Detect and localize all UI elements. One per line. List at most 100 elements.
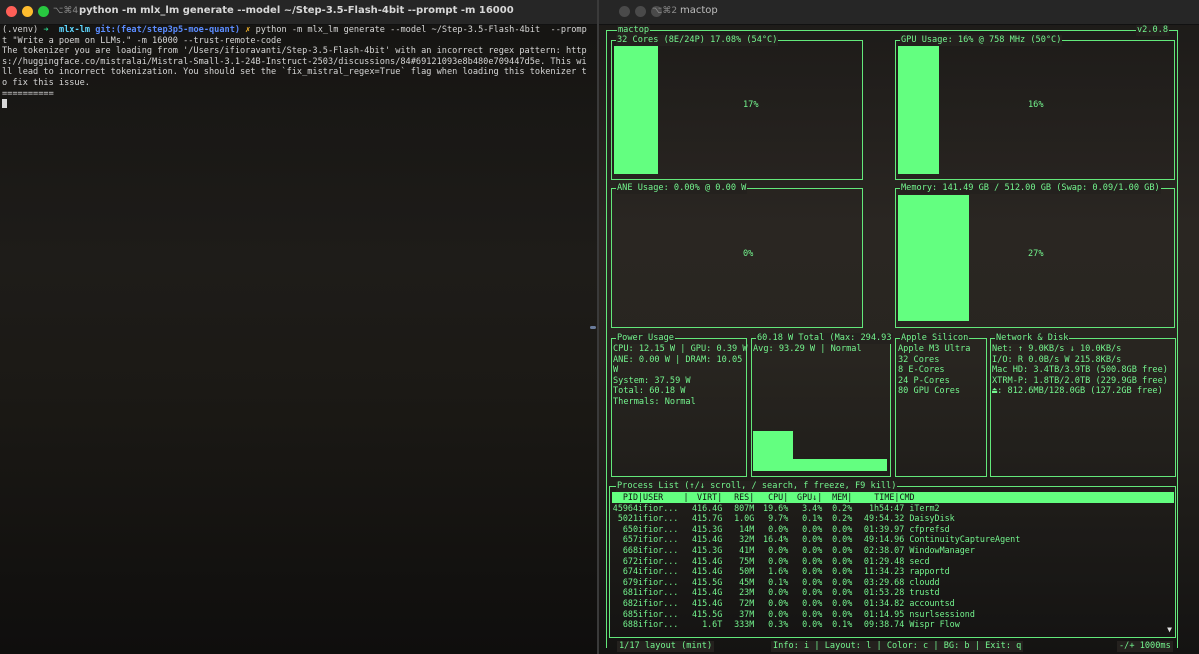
cell-time-cmd: 01:14.95 nsurlsessiond [852,609,1174,620]
cell-gpu: 0.0% [802,555,823,566]
chip-name: Apple M3 Ultra [898,344,971,354]
cell-sep [680,513,692,524]
cell-res: 1.0G [734,513,755,524]
cell-time-cmd: 09:38.74 Wispr Flow [852,619,1174,630]
cell-cmd: WindowManager [909,544,975,555]
gpu-usage-bar [898,46,939,174]
power-label: Power Usage [616,333,675,344]
memory-panel: Memory: 141.49 GB / 512.00 GB (Swap: 0.0… [895,183,1175,328]
table-row[interactable]: 681 ifior... 415.4G 23M 0.0% 0.0% 0.0% 01:53.28… [612,587,1174,598]
cell-gpu: 0.1% [802,513,823,524]
cell-pid: 685 [622,608,638,619]
power-total: Total: 60.18 W [613,386,686,397]
cell-cmd: secd [909,555,930,566]
cell-gpu: 0.0% [802,534,823,545]
cell-time-cmd: 01:34.82 accountsd [852,598,1174,609]
col-user[interactable]: |USER [638,492,680,503]
zoom-button[interactable] [38,6,49,17]
col-virt[interactable]: VIRT| [692,492,723,503]
cell-time-cmd: 02:38.07 WindowManager [852,545,1174,556]
cell-user: ifior... [638,597,679,608]
memory-label: Memory: 141.49 GB / 512.00 GB (Swap: 0.0… [900,183,1161,194]
cell-virt: 415.4G [692,555,723,566]
cell-sep [680,534,692,545]
cpu-label: 32 Cores (8E/24P) 17.08% (54°C) [616,35,779,46]
cell-sep [680,619,692,630]
col-time-cmd[interactable]: TIME|CMD [852,492,1174,503]
silicon-panel: Apple Silicon Apple M3 Ultra 32 Cores 8 … [895,333,987,477]
cell-virt: 415.5G [692,608,723,619]
table-row[interactable]: 672 ifior... 415.4G 75M 0.0% 0.0% 0.0% 01:29.48… [612,556,1174,567]
cell-cpu: 0.0% [768,597,789,608]
cell-gpu: 0.0% [802,523,823,534]
cell-sep [680,556,692,567]
table-row[interactable]: 674 ifior... 415.4G 50M 1.6% 0.0% 0.0% 11:34.23… [612,566,1174,577]
disk-xtrm: XTRM-P: 1.8TB/2.0TB (229.9GB free) [992,375,1168,386]
network-disk-panel: Network & Disk Net: ↑ 9.0KB/s ↓ 10.0KB/s… [990,333,1176,477]
table-row[interactable]: 679 ifior... 415.5G 45M 0.1% 0.0% 0.0% 03:29.68… [612,577,1174,588]
cell-cpu: 0.0% [768,608,789,619]
cell-cpu: 0.0% [768,555,789,566]
separator-line: ========== [2,88,54,99]
memory-usage-bar [898,195,969,321]
cell-res: 72M [739,597,755,608]
refresh-interval[interactable]: -/+ 1000ms [1117,641,1173,652]
cell-cmd: trustd [909,587,940,598]
table-row[interactable]: 685 ifior... 415.5G 37M 0.0% 0.0% 0.0% 01:14.95… [612,609,1174,620]
prompt-arrow: ➜ [43,25,49,35]
table-row[interactable]: 5021 ifior... 415.7G 1.0G 9.7% 0.1% 0.2% 49:54.… [612,513,1174,524]
table-row[interactable]: 657 ifior... 415.4G 32M 16.4% 0.0% 0.0% 49:14.9… [612,534,1174,545]
close-button[interactable] [6,6,17,17]
cell-cpu: 0.0% [768,587,789,598]
col-pid[interactable]: PID [612,492,638,503]
cell-virt: 415.5G [692,576,723,587]
table-row[interactable]: 688 ifior... 1.6T 333M 0.3% 0.0% 0.1% 09:38.74 … [612,619,1174,630]
total-power-panel: 60.18 W Total (Max: 294.93 Avg: 93.29 W … [751,333,893,477]
gpu-label: GPU Usage: 16% @ 758 MHz (50°C) [900,35,1063,46]
cell-mem: 0.2% [832,502,853,513]
terminal-output[interactable]: (.venv) ➜ mlx-lm git:(feat/step3p5-moe-q… [2,25,590,110]
app-version: v2.0.8 [1135,25,1169,36]
cell-user: ifior... [638,502,679,513]
cell-pid: 45964 [612,502,638,513]
cell-cmd: accountsd [909,597,955,608]
scrollbar[interactable] [590,326,596,329]
table-row[interactable]: 650 ifior... 415.3G 14M 0.0% 0.0% 0.0% 01:39.97… [612,524,1174,535]
cell-user: ifior... [638,608,679,619]
cpu-usage-bar [614,46,658,174]
table-row[interactable]: 682 ifior... 415.4G 72M 0.0% 0.0% 0.0% 01:34.82… [612,598,1174,609]
cell-cpu: 0.0% [768,523,789,534]
col-cpu[interactable]: CPU| [754,492,789,503]
table-row[interactable]: 45964 ifior... 416.4G 807M 19.6% 3.4% 0.2% 1h54… [612,503,1174,514]
p-cores: 24 P-Cores [898,375,950,386]
power-system: System: 37.59 W [613,375,691,386]
cell-cmd: ContinuityCaptureAgent [909,534,1021,545]
cell-cmd: Wispr Flow [909,619,960,630]
cpu-panel: 32 Cores (8E/24P) 17.08% (54°C) 17% [611,35,863,180]
col-res[interactable]: RES| [722,492,755,503]
cell-user: ifior... [638,534,679,545]
cell-res: 45M [739,576,755,587]
prompt-git: git:(feat/step3p5-moe-quant) [95,25,241,35]
cell-pid: 679 [622,576,638,587]
col-gpu[interactable]: GPU↓| [788,492,823,503]
cell-sep [680,524,692,535]
minimize-button-inactive[interactable] [635,6,646,17]
cell-mem: 0.0% [832,566,853,577]
minimize-button[interactable] [22,6,33,17]
cell-cpu: 1.6% [768,566,789,577]
col-mem[interactable]: MEM| [822,492,853,503]
gpu-cores: 80 GPU Cores [898,386,961,397]
cell-sep [680,587,692,598]
left-titlebar: ⌥⌘4 python -m mlx_lm generate --model ~/… [0,0,597,25]
network-label: Network & Disk [995,333,1070,344]
right-window-title: mactop [680,5,718,16]
cell-time: 02:38.07 [863,544,905,555]
cell-cmd: rapportd [909,566,950,577]
process-table[interactable]: PID |USER | VIRT| RES| CPU| GPU↓| MEM| T… [612,492,1174,630]
cell-cmd: cfprefsd [909,523,950,534]
total-power-label: 60.18 W Total (Max: 294.93 [756,333,893,344]
cell-user: ifior... [638,523,679,534]
close-button-inactive[interactable] [619,6,630,17]
table-row[interactable]: 668 ifior... 415.3G 41M 0.0% 0.0% 0.0% 02:38.07… [612,545,1174,556]
